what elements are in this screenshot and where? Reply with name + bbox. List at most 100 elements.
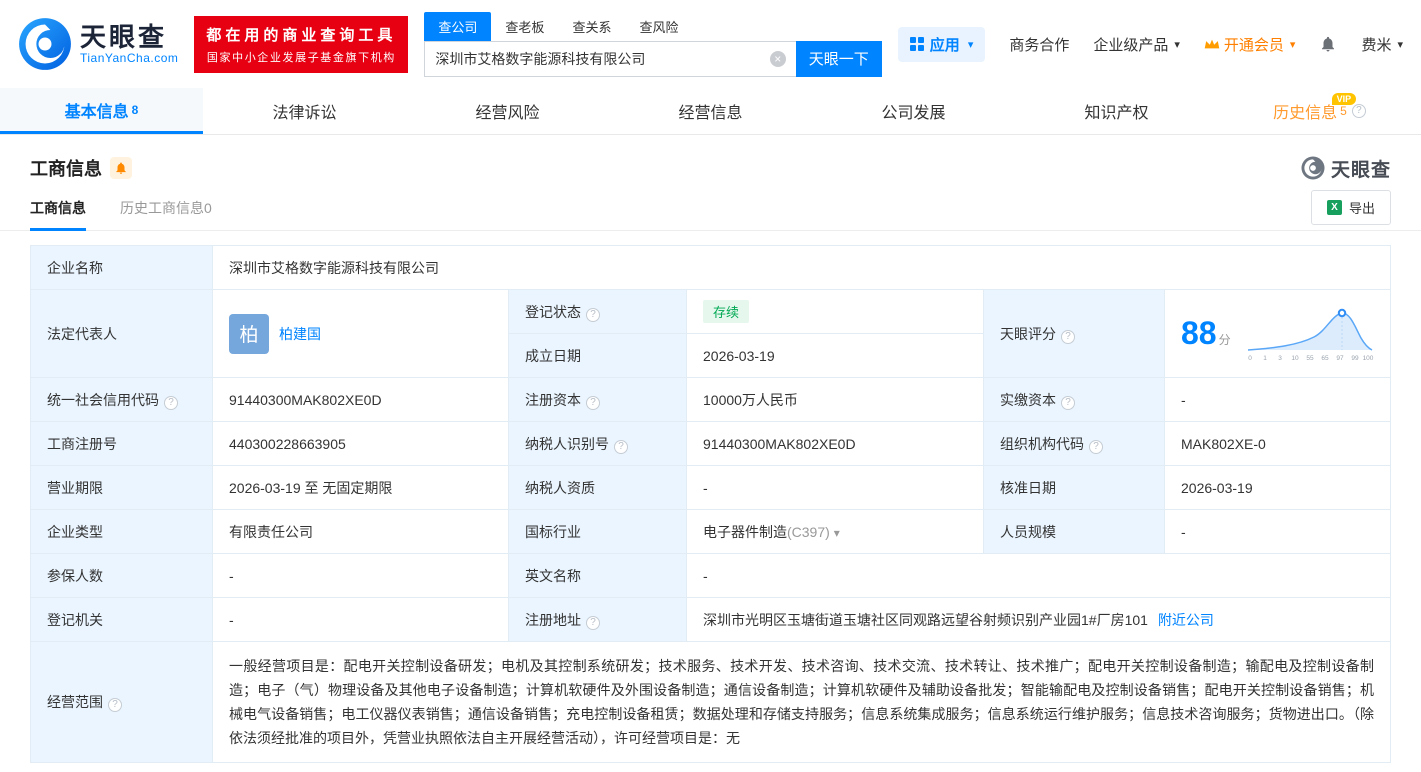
field-value-taxpayer-quality: - [686, 465, 984, 510]
brand-domain: TianYanCha.com [80, 51, 179, 66]
field-label-approval-date: 核准日期 [983, 465, 1165, 510]
address-help-icon[interactable] [586, 615, 600, 630]
tianyancha-logo[interactable]: 天眼查 TianYanCha.com [18, 17, 178, 71]
export-button[interactable]: 导出 [1310, 190, 1391, 225]
paid-capital-help-icon[interactable] [1061, 395, 1075, 410]
nearby-companies-link[interactable]: 附近公司 [1158, 612, 1214, 628]
tab-operating-info[interactable]: 经营信息 [609, 88, 812, 134]
tab-risk-label: 经营风险 [475, 105, 540, 122]
open-vip-label: 开通会员 [1223, 36, 1284, 54]
subtab-business-info[interactable]: 工商信息 [30, 185, 86, 231]
nav-enterprise-product[interactable]: 企业级产品 [1093, 34, 1180, 55]
search-button[interactable]: 天眼一下 [795, 40, 882, 77]
tab-legal-litigation[interactable]: 法律诉讼 [203, 88, 406, 134]
legal-rep-link[interactable]: 柏建国 [279, 324, 321, 344]
table-row: 登记机关 - 注册地址 深圳市光明区玉塘街道玉塘社区同观路远望谷射频识别产业园1… [30, 597, 1391, 642]
field-value-industry: 电子器件制造(C397) [686, 509, 984, 554]
svg-text:100: 100 [1363, 355, 1374, 362]
field-value-score: 88 分 0 1 3 10 55 65 97 99 100 [1164, 289, 1391, 378]
field-value-approval-date: 2026-03-19 [1164, 465, 1391, 510]
credit-code-help-icon[interactable] [164, 395, 178, 410]
tab-basic-label: 基本信息 [64, 103, 129, 121]
score-help-icon[interactable] [1061, 329, 1075, 344]
subscribe-bell-icon[interactable] [110, 157, 132, 179]
legal-rep-avatar[interactable]: 柏 [229, 313, 269, 354]
tab-operation-label: 经营信息 [678, 105, 743, 122]
field-value-org-code: MAK802XE-0 [1164, 421, 1391, 466]
apps-menu[interactable]: 应用 [897, 26, 986, 62]
table-row: 参保人数 - 英文名称 - [30, 553, 1391, 598]
brand-name: 天眼查 [80, 21, 168, 52]
username: 费米 [1361, 36, 1392, 54]
tab-history-info[interactable]: VIP 历史信息 5 [1218, 88, 1421, 134]
nav-open-vip[interactable]: 开通会员 [1204, 34, 1296, 55]
search-input[interactable] [425, 41, 796, 76]
excel-icon [1326, 200, 1342, 215]
search-tab-risk[interactable]: 查风险 [625, 12, 692, 41]
field-label-industry: 国标行业 [508, 509, 687, 554]
tab-ip-label: 知识产权 [1084, 105, 1149, 122]
svg-text:10: 10 [1291, 355, 1299, 362]
apps-grid-icon [909, 37, 924, 51]
svg-text:97: 97 [1336, 355, 1344, 362]
industry-expand-icon[interactable] [830, 524, 840, 540]
business-info-table: 企业名称 深圳市艾格数字能源科技有限公司 法定代表人 柏 柏建国 登记状态 存续… [30, 245, 1391, 763]
reg-capital-help-icon[interactable] [586, 395, 600, 410]
svg-text:3: 3 [1278, 355, 1282, 362]
field-value-staff-size: - [1164, 509, 1391, 554]
notification-bell-icon[interactable] [1319, 35, 1337, 53]
field-value-legal-rep: 柏 柏建国 [212, 289, 509, 378]
tab-basic-count: 8 [131, 102, 139, 117]
field-label-company-name: 企业名称 [30, 245, 213, 290]
search-tab-boss[interactable]: 查老板 [491, 12, 558, 41]
tianyancha-logo-icon [19, 18, 71, 70]
field-label-business-scope: 经营范围 [30, 641, 213, 763]
field-label-legal-rep: 法定代表人 [30, 289, 213, 378]
slogan-line2: 国家中小企业发展子基金旗下机构 [206, 51, 396, 64]
nav-cooperation[interactable]: 商务合作 [1009, 34, 1069, 55]
reg-status-help-icon[interactable] [586, 307, 600, 322]
field-label-paid-capital: 实缴资本 [983, 377, 1165, 422]
field-value-reg-no: 440300228663905 [212, 421, 509, 466]
vip-badge: VIP [1331, 93, 1357, 105]
field-label-reg-authority: 登记机关 [30, 597, 213, 642]
score-unit: 分 [1218, 333, 1231, 347]
header: 天眼查 TianYanCha.com 都在用的商业查询工具 国家中小企业发展子基… [0, 0, 1421, 88]
watermark-text: 天眼查 [1330, 159, 1391, 181]
watermark-logo-icon [1301, 156, 1325, 180]
tab-basic-info[interactable]: 基本信息 8 [0, 88, 203, 134]
search-input-wrap [424, 40, 796, 77]
org-code-help-icon[interactable] [1089, 439, 1103, 454]
field-value-taxpayer-id: 91440300MAK802XE0D [686, 421, 984, 466]
tab-operating-risk[interactable]: 经营风险 [406, 88, 609, 134]
search-tab-company[interactable]: 查公司 [424, 11, 492, 41]
tab-company-development[interactable]: 公司发展 [812, 88, 1015, 134]
industry-code: (C397) [787, 523, 830, 540]
export-label: 导出 [1348, 201, 1375, 216]
table-row: 工商注册号 440300228663905 纳税人识别号 91440300MAK… [30, 421, 1391, 466]
field-value-insured: - [212, 553, 509, 598]
field-value-reg-authority: - [212, 597, 509, 642]
search-tab-relation[interactable]: 查关系 [558, 12, 625, 41]
history-help-icon[interactable] [1351, 104, 1366, 118]
field-value-company-type: 有限责任公司 [212, 509, 509, 554]
tab-intellectual-property[interactable]: 知识产权 [1015, 88, 1218, 134]
subtab-history-business-info[interactable]: 历史工商信息0 [120, 185, 212, 230]
field-label-insured: 参保人数 [30, 553, 213, 598]
apps-label: 应用 [929, 36, 960, 54]
svg-text:0: 0 [1248, 355, 1252, 362]
field-label-english-name: 英文名称 [508, 553, 687, 598]
clear-icon[interactable] [769, 50, 786, 67]
field-label-company-type: 企业类型 [30, 509, 213, 554]
field-value-business-scope: 一般经营项目是：配电开关控制设备研发；电机及其控制系统研发；技术服务、技术开发、… [212, 641, 1391, 763]
scope-help-icon[interactable] [108, 698, 122, 712]
taxpayer-id-help-icon[interactable] [614, 439, 628, 454]
table-row: 企业名称 深圳市艾格数字能源科技有限公司 [30, 245, 1391, 290]
table-row: 法定代表人 柏 柏建国 登记状态 存续 天眼评分 88分 0 1 [30, 289, 1391, 378]
slogan-badge: 都在用的商业查询工具 国家中小企业发展子基金旗下机构 [194, 15, 409, 73]
user-menu[interactable]: 费米 [1361, 34, 1403, 55]
score-chart: 0 1 3 10 55 65 97 99 100 [1247, 308, 1374, 362]
tab-legal-label: 法律诉讼 [272, 105, 337, 122]
field-value-establish-date: 2026-03-19 [686, 333, 984, 378]
field-label-establish-date: 成立日期 [508, 333, 687, 378]
